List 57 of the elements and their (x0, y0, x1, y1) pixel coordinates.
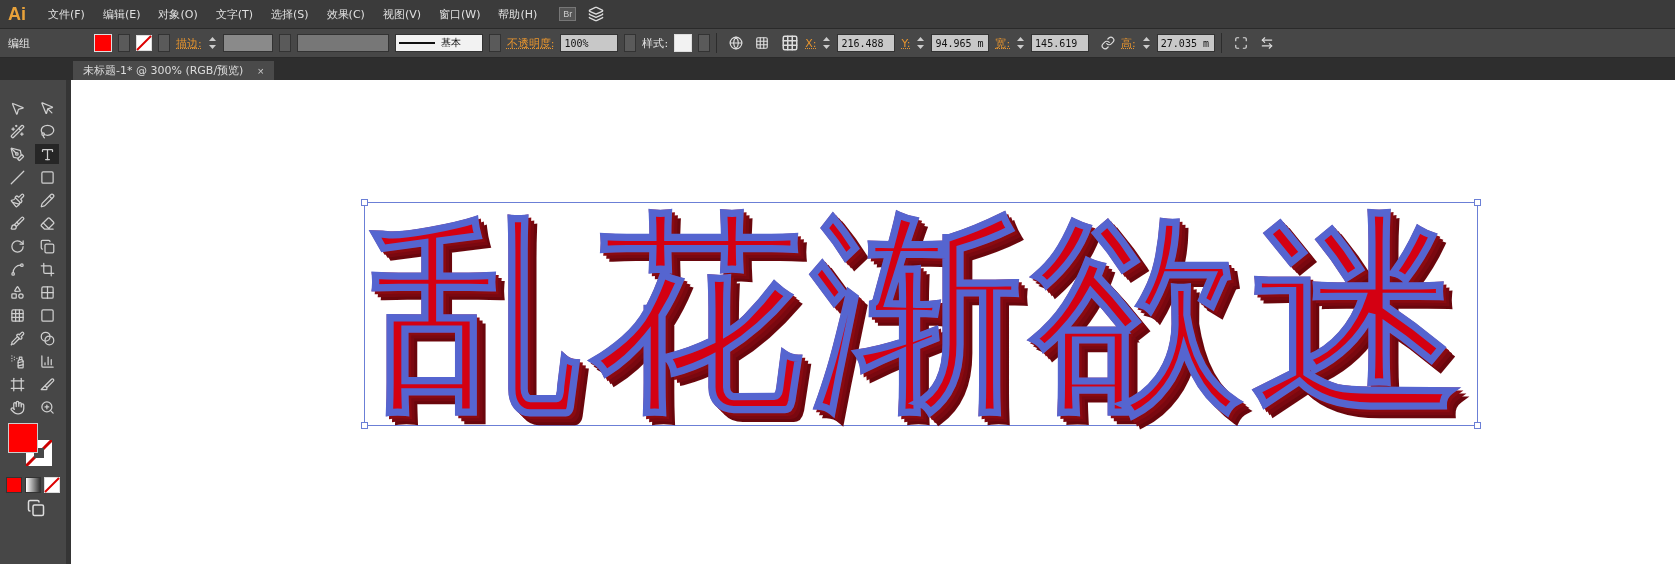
style-swatch[interactable] (674, 34, 693, 52)
menu-item[interactable]: 对象(O) (152, 6, 204, 22)
opacity-field[interactable]: 100% (560, 34, 619, 52)
selection-label: 编组 (8, 35, 31, 51)
stroke-profile-dropdown[interactable]: 基本 (394, 34, 483, 52)
menu-item[interactable]: 文件(F) (42, 6, 91, 22)
selection-handle[interactable] (361, 422, 368, 429)
document-tab[interactable]: 未标题-1* @ 300% (RGB/预览) × (73, 61, 274, 80)
stroke-weight-field[interactable] (222, 34, 273, 52)
menu-item[interactable]: 效果(C) (320, 6, 371, 22)
menu-item[interactable]: 文字(T) (209, 6, 260, 22)
dimension-field[interactable]: 145.619 (1031, 34, 1090, 52)
dimension-field[interactable]: 27.035 m (1156, 34, 1215, 52)
opacity-link[interactable]: 不透明度: (506, 35, 555, 51)
dimension-label[interactable]: X: (805, 36, 817, 50)
artwork-text: 乱花渐欲迷 (371, 203, 1471, 425)
menu-item[interactable]: 窗口(W) (433, 6, 487, 22)
globe-icon[interactable] (729, 36, 744, 50)
bridge-button[interactable]: Br (559, 7, 577, 21)
selection-handle[interactable] (1474, 422, 1481, 429)
dimension-label[interactable]: Y: (901, 36, 911, 50)
type-tool-icon[interactable] (35, 144, 59, 164)
reference-point-icon[interactable] (781, 34, 800, 52)
spinner-icon[interactable] (207, 35, 217, 51)
dimension-field[interactable]: 216.488 (837, 34, 896, 52)
workspace-layout-icon[interactable] (588, 6, 605, 22)
transform-icon[interactable] (1233, 36, 1248, 50)
options-icon[interactable] (1259, 36, 1274, 50)
dimension-field[interactable]: 94.965 m (931, 34, 990, 52)
spinner-icon[interactable] (1141, 35, 1151, 51)
screen-mode-icon[interactable] (27, 499, 45, 517)
stroke-link[interactable]: 描边: (176, 35, 202, 51)
spinner-icon[interactable] (822, 35, 832, 51)
app-logo: Ai (8, 3, 26, 25)
style-label: 样式: (642, 35, 669, 51)
document-title: 未标题-1* @ 300% (RGB/预览) (83, 63, 244, 78)
close-button[interactable]: × (257, 64, 264, 77)
stroke-swatch[interactable] (136, 35, 152, 51)
link-icon[interactable] (1101, 36, 1116, 50)
dimension-label[interactable]: 高: (1121, 35, 1136, 51)
color-mode-button[interactable] (6, 477, 22, 493)
gradient-mode-button[interactable] (25, 477, 41, 493)
spinner-icon[interactable] (916, 35, 926, 51)
stroke-line-icon (398, 41, 435, 45)
grid-dropdown-icon[interactable] (755, 36, 770, 50)
selection-handle[interactable] (361, 199, 368, 206)
selection-handle[interactable] (1474, 199, 1481, 206)
menu-item[interactable]: 视图(V) (376, 6, 427, 22)
dimension-label[interactable]: 宽: (995, 35, 1011, 51)
menu-item[interactable]: 编辑(E) (96, 6, 147, 22)
variable-width-dropdown[interactable] (296, 34, 389, 52)
fill-swatch[interactable] (94, 34, 112, 52)
none-mode-button[interactable] (44, 477, 60, 493)
spinner-icon[interactable] (1016, 35, 1026, 51)
menu-item[interactable]: 帮助(H) (492, 6, 544, 22)
menu-item[interactable]: 选择(S) (265, 6, 315, 22)
fill-color-swatch[interactable] (8, 423, 38, 453)
